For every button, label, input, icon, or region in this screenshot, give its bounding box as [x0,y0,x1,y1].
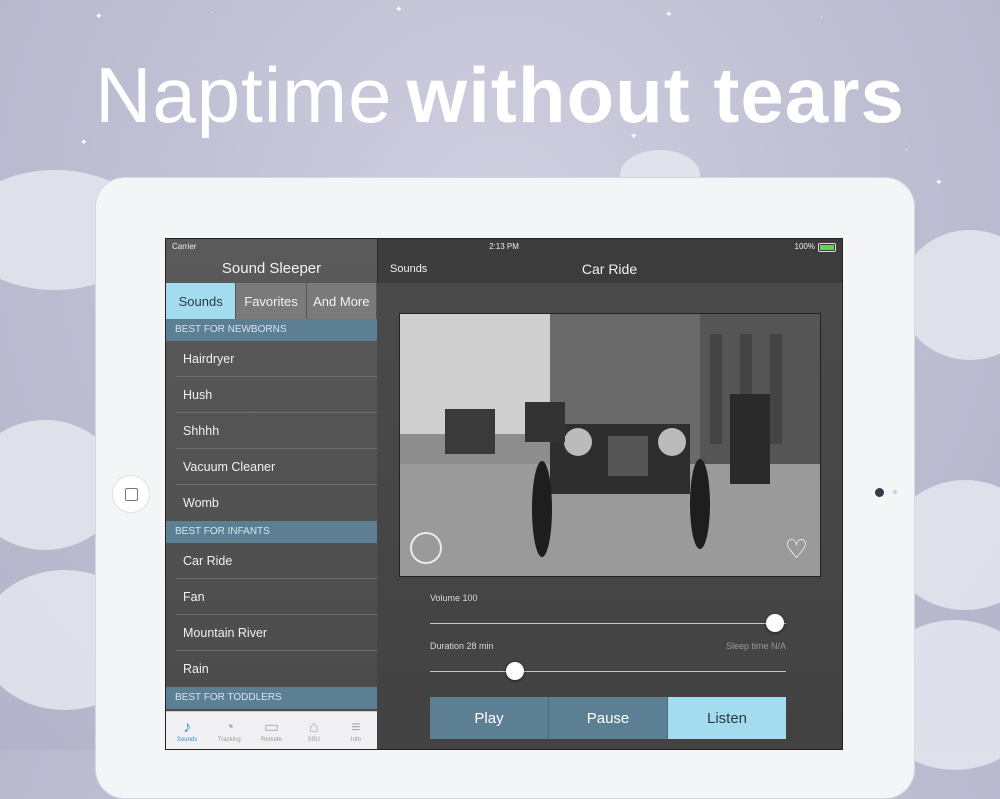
duration-slider-thumb[interactable] [506,662,524,680]
headline: Naptime without tears [0,50,1000,141]
tab-remote[interactable]: ▭ Remote [250,712,292,749]
tab-ssu[interactable]: ⌂ SSU [293,712,335,749]
segmented-control: Sounds Favorites And More [166,283,377,319]
nav-bar: Car Ride Sounds [377,255,842,283]
sound-list: BEST FOR NEWBORNS Hairdryer Hush Shhhh V… [166,319,377,709]
tab-bar: ♪ Sounds ◔ Tracking ▭ Remote ⌂ SSU ≡ Inf… [166,711,377,749]
volume-label: Volume 100 [430,593,478,603]
home-button[interactable] [112,475,150,513]
list-item[interactable]: Hairdryer [166,341,377,377]
timer-icon[interactable] [410,532,442,564]
list-item[interactable]: Car Ride [166,543,377,579]
status-bar: Carrier 2:13 PM 100% [166,239,842,255]
list-item[interactable]: Womb [166,485,377,521]
tab-sounds[interactable]: ♪ Sounds [166,712,208,749]
sensor-icon [893,490,897,494]
status-time: 2:13 PM [489,242,519,251]
battery-icon [818,242,836,252]
segment-and-more[interactable]: And More [306,283,377,319]
volume-slider[interactable] [430,623,786,624]
list-item[interactable]: Mountain River [166,615,377,651]
headline-bold: without tears [406,51,905,139]
sidebar: Sound Sleeper Sounds Favorites And More … [166,239,378,749]
section-header: BEST FOR NEWBORNS [166,319,377,341]
segment-sounds[interactable]: Sounds [166,283,237,319]
battery-indicator: 100% [795,239,836,255]
list-item[interactable]: Fan [166,579,377,615]
list-item[interactable]: Vacuum Cleaner [166,449,377,485]
section-header: BEST FOR INFANTS [166,521,377,543]
play-button[interactable]: Play [430,697,549,739]
app-screen: Sound Sleeper Sounds Favorites And More … [165,238,843,750]
remote-icon: ▭ [263,719,280,736]
tracking-icon: ◔ [224,719,235,736]
sidebar-title: Sound Sleeper [221,260,322,277]
list-item[interactable]: Shhhh [166,413,377,449]
sleep-time-label: Sleep time N/A [725,641,786,651]
camera-icon [875,488,884,497]
section-header: BEST FOR TODDLERS [166,687,377,709]
list-item[interactable]: Rain [166,651,377,687]
ssu-icon: ⌂ [308,719,319,736]
tab-tracking[interactable]: ◔ Tracking [208,712,250,749]
car-ride-image [400,314,820,576]
list-item[interactable]: Hush [166,377,377,413]
info-icon: ≡ [351,719,361,736]
page-title: Car Ride [581,261,638,277]
favorite-heart-icon[interactable]: ♡ [785,536,808,562]
volume-slider-thumb[interactable] [766,614,784,632]
sound-photo: ♡ [399,313,821,577]
duration-slider[interactable] [430,671,786,672]
segment-favorites[interactable]: Favorites [236,283,307,319]
duration-label: Duration 28 min [430,641,494,651]
listen-button[interactable]: Listen [668,697,786,739]
tab-info[interactable]: ≡ Info [335,712,377,749]
pause-button[interactable]: Pause [549,697,668,739]
back-button[interactable]: Sounds [390,255,427,283]
playback-controls: Play Pause Listen [430,697,786,739]
headline-light: Naptime [95,51,393,139]
player-panel: ♡ Volume 100 Duration 28 min Sleep time … [377,283,842,749]
sounds-icon: ♪ [183,719,192,736]
